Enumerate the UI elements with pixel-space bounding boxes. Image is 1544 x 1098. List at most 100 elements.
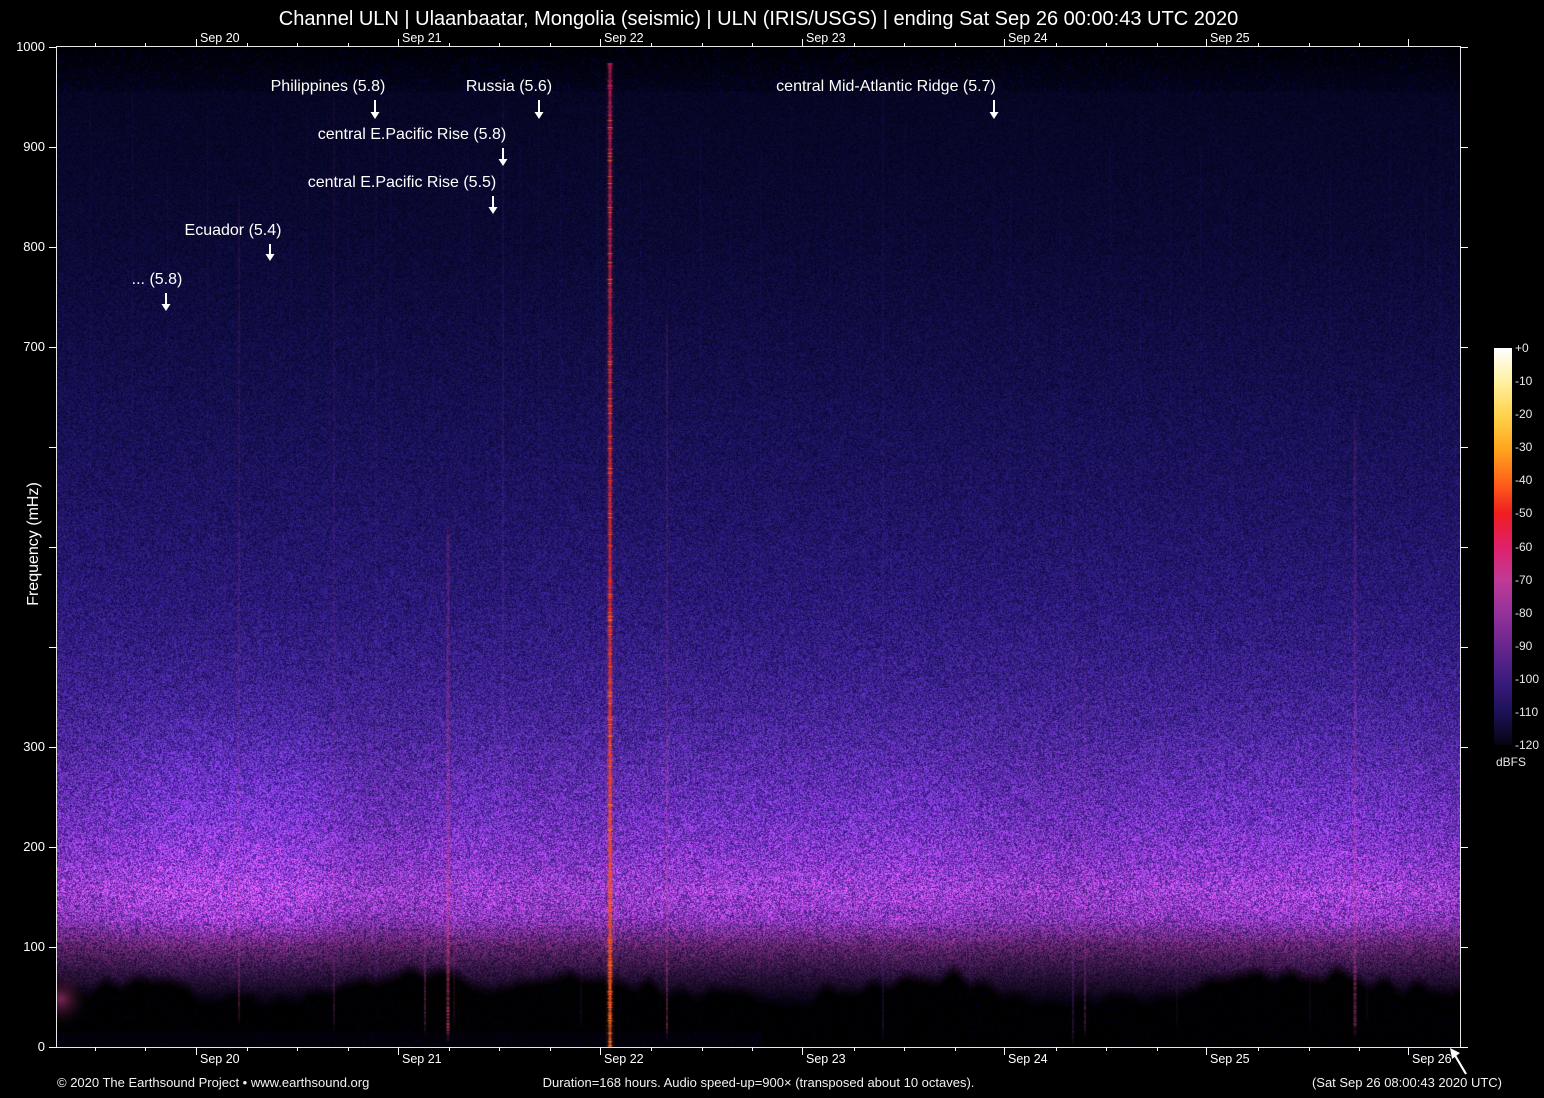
x-minor-tick-top [297, 43, 298, 47]
x-minor-tick-top [904, 43, 905, 47]
x-minor-tick-bottom [702, 1047, 703, 1051]
colorbar-tick-label: -120 [1515, 738, 1540, 752]
x-minor-tick-bottom [1056, 1047, 1057, 1051]
x-minor-tick-top [1309, 43, 1310, 47]
y-tick-label: 800 [23, 239, 45, 254]
x-major-tick-bottom [1206, 1047, 1207, 1055]
y-tick-left [49, 847, 57, 848]
y-tick-left [49, 1047, 57, 1048]
x-minor-tick-bottom [904, 1047, 905, 1051]
y-tick-label: 200 [23, 839, 45, 854]
y-tick-label: 300 [23, 739, 45, 754]
x-major-tick-top [398, 39, 399, 47]
x-minor-tick-bottom [499, 1047, 500, 1051]
x-minor-tick-top [1359, 43, 1360, 47]
x-tick-label-top: Sep 22 [604, 31, 644, 45]
x-minor-tick-top [1157, 43, 1158, 47]
x-minor-tick-bottom [1309, 1047, 1310, 1051]
event-annotation-arrow-icon [370, 100, 380, 119]
y-tick-left [49, 647, 57, 648]
y-tick-right [1460, 747, 1468, 748]
event-annotation-arrow-icon [498, 148, 508, 166]
colorbar-unit-label: dBFS [1495, 755, 1526, 769]
x-minor-tick-bottom [752, 1047, 753, 1051]
y-tick-left [49, 47, 57, 48]
event-annotation-arrow-icon [534, 100, 544, 119]
x-tick-label-bottom: Sep 20 [200, 1052, 240, 1066]
x-tick-label-bottom: Sep 26 [1412, 1052, 1452, 1066]
x-minor-tick-top [1056, 43, 1057, 47]
x-minor-tick-bottom [1258, 1047, 1259, 1051]
y-tick-left [49, 747, 57, 748]
page-title: Channel ULN | Ulaanbaatar, Mongolia (sei… [278, 8, 1239, 30]
y-tick-right [1460, 247, 1468, 248]
x-minor-tick-bottom [449, 1047, 450, 1051]
x-minor-tick-bottom [1359, 1047, 1360, 1051]
x-tick-label-bottom: Sep 21 [402, 1052, 442, 1066]
colorbar-tick-label: -10 [1515, 374, 1533, 389]
x-tick-label-bottom: Sep 24 [1008, 1052, 1048, 1066]
y-tick-right [1460, 447, 1468, 448]
y-tick-label: 0 [37, 1039, 45, 1054]
x-minor-tick-top [854, 43, 855, 47]
y-tick-label: 100 [23, 939, 45, 954]
y-tick-right [1460, 47, 1468, 48]
x-minor-tick-bottom [297, 1047, 298, 1051]
x-tick-label-top: Sep 21 [402, 31, 442, 45]
x-minor-tick-bottom [1157, 1047, 1158, 1051]
footer-render-timestamp: (Sat Sep 26 08:00:43 2020 UTC) [1311, 1075, 1502, 1090]
x-minor-tick-bottom [1106, 1047, 1107, 1051]
x-minor-tick-top [1258, 43, 1259, 47]
x-minor-tick-bottom [348, 1047, 349, 1051]
colorbar-tick-label: -50 [1515, 506, 1533, 521]
event-annotation-arrow-icon [265, 244, 275, 261]
colorbar [1494, 348, 1512, 745]
y-tick-label: 900 [23, 139, 45, 154]
footer-duration: Duration=168 hours. Audio speed-up=900× … [542, 1075, 975, 1090]
x-minor-tick-top [247, 43, 248, 47]
x-minor-tick-top [752, 43, 753, 47]
x-minor-tick-top [145, 43, 146, 47]
x-minor-tick-top [550, 43, 551, 47]
x-minor-tick-top [95, 43, 96, 47]
x-minor-tick-bottom [550, 1047, 551, 1051]
x-major-tick-bottom [1004, 1047, 1005, 1055]
event-annotation-label: central E.Pacific Rise (5.8) [317, 126, 507, 143]
y-tick-left [49, 347, 57, 348]
x-major-tick-top [802, 39, 803, 47]
x-minor-tick-bottom [955, 1047, 956, 1051]
spectrogram-app: Channel ULN | Ulaanbaatar, Mongolia (sei… [0, 0, 1544, 1098]
x-minor-tick-top [651, 43, 652, 47]
y-tick-right [1460, 847, 1468, 848]
x-major-tick-bottom [802, 1047, 803, 1055]
x-major-tick-top [1206, 39, 1207, 47]
event-annotation-arrow-icon [488, 196, 498, 214]
y-tick-left [49, 547, 57, 548]
x-minor-tick-top [1106, 43, 1107, 47]
colorbar-tick-label: -100 [1515, 671, 1540, 686]
y-tick-label: 1000 [16, 39, 45, 54]
y-tick-right [1460, 547, 1468, 548]
y-tick-left [49, 447, 57, 448]
x-major-tick-bottom [196, 1047, 197, 1055]
x-minor-tick-top [702, 43, 703, 47]
y-tick-right [1460, 347, 1468, 348]
colorbar-tick-label: -60 [1515, 539, 1533, 554]
x-major-tick-bottom [600, 1047, 601, 1055]
x-major-tick-top [1408, 39, 1409, 47]
colorbar-tick-label: -30 [1515, 440, 1533, 455]
x-minor-tick-bottom [651, 1047, 652, 1051]
x-tick-label-bottom: Sep 22 [604, 1052, 644, 1066]
colorbar-tick-label: -70 [1515, 572, 1533, 587]
colorbar-tick-label: -110 [1515, 704, 1539, 719]
x-minor-tick-bottom [145, 1047, 146, 1051]
event-annotation-label: central Mid-Atlantic Ridge (5.7) [776, 78, 996, 95]
x-tick-label-top: Sep 23 [806, 31, 846, 45]
x-minor-tick-bottom [854, 1047, 855, 1051]
x-minor-tick-top [449, 43, 450, 47]
colorbar-tick-label: -20 [1515, 407, 1533, 422]
x-major-tick-bottom [1408, 1047, 1409, 1055]
x-tick-label-bottom: Sep 25 [1210, 1052, 1250, 1066]
event-annotation-arrow-icon [161, 293, 171, 311]
event-annotation-label: Ecuador (5.4) [184, 222, 282, 239]
